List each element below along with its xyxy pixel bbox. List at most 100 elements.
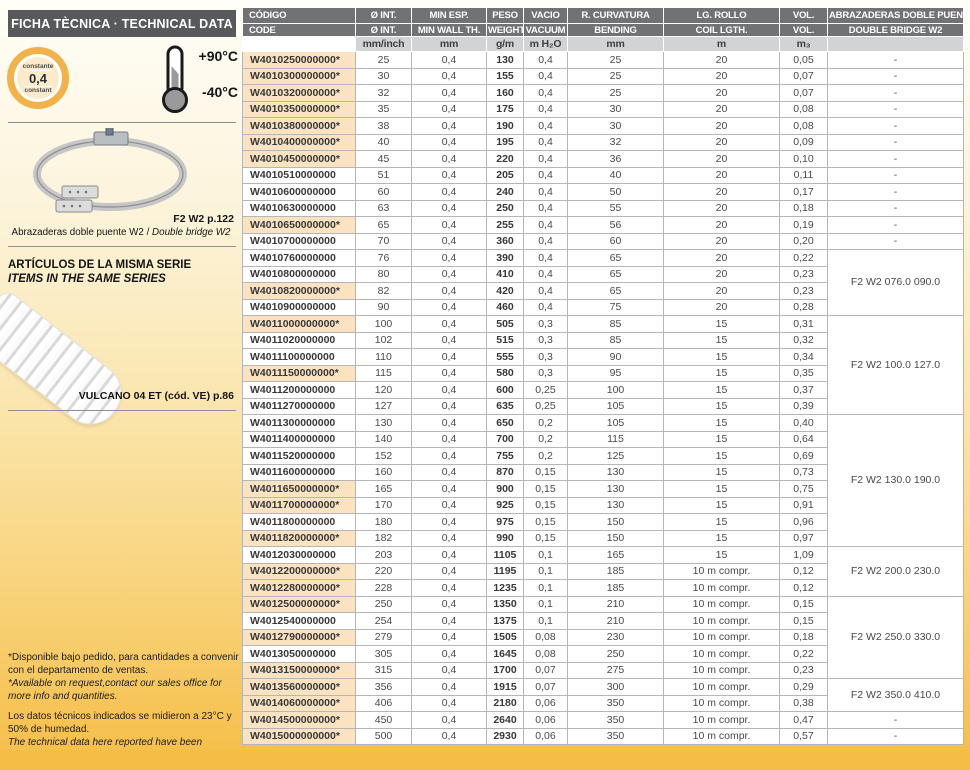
cell-weight: 190	[487, 118, 524, 135]
cell-diameter: 130	[356, 415, 412, 432]
cell-bending: 30	[568, 118, 664, 135]
cell-bending: 32	[568, 134, 664, 151]
cell-minwall: 0,4	[412, 563, 487, 580]
cell-vacuum: 0,4	[524, 233, 568, 250]
cell-vacuum: 0,08	[524, 629, 568, 646]
cell-bending: 25	[568, 68, 664, 85]
cell-diameter: 110	[356, 349, 412, 366]
cell-coil: 15	[664, 415, 780, 432]
cell-bending: 125	[568, 448, 664, 465]
cell-weight: 1375	[487, 613, 524, 630]
table-row: W4014500000000*4500,426400,0635010 m com…	[243, 712, 964, 729]
cell-bending: 75	[568, 299, 664, 316]
cell-code: W4011270000000	[243, 398, 356, 415]
cell-vacuum: 0,4	[524, 200, 568, 217]
cell-diameter: 120	[356, 382, 412, 399]
cell-clamp-ref: -	[828, 68, 964, 85]
cell-vacuum: 0,2	[524, 415, 568, 432]
cell-diameter: 38	[356, 118, 412, 135]
cell-coil: 20	[664, 101, 780, 118]
cell-vacuum: 0,15	[524, 464, 568, 481]
cell-clamp-ref: F2 W2 076.0 090.0	[828, 250, 964, 316]
cell-minwall: 0,4	[412, 118, 487, 135]
cell-diameter: 315	[356, 662, 412, 679]
cell-coil: 10 m compr.	[664, 646, 780, 663]
cell-vacuum: 0,1	[524, 596, 568, 613]
unit-blank	[243, 37, 356, 52]
cell-volume: 0,08	[780, 101, 828, 118]
divider	[8, 122, 236, 123]
cell-bending: 165	[568, 547, 664, 564]
cell-weight: 1350	[487, 596, 524, 613]
cell-diameter: 127	[356, 398, 412, 415]
col-header-double-bridge: DOUBLE BRIDGE W2	[828, 24, 964, 37]
cell-weight: 255	[487, 217, 524, 234]
cell-bending: 85	[568, 316, 664, 333]
cell-diameter: 76	[356, 250, 412, 267]
cell-weight: 2930	[487, 728, 524, 745]
cell-coil: 10 m compr.	[664, 679, 780, 696]
cell-volume: 0,18	[780, 629, 828, 646]
cell-minwall: 0,4	[412, 316, 487, 333]
cell-volume: 0,23	[780, 283, 828, 300]
cell-diameter: 228	[356, 580, 412, 597]
cell-volume: 0,11	[780, 167, 828, 184]
cell-bending: 105	[568, 415, 664, 432]
cell-vacuum: 0,06	[524, 728, 568, 745]
table-row: W4010600000000600,42400,450200,17-	[243, 184, 964, 201]
cell-diameter: 60	[356, 184, 412, 201]
cell-clamp-ref: -	[828, 134, 964, 151]
divider	[8, 246, 236, 247]
cell-diameter: 152	[356, 448, 412, 465]
table-row: W4015000000000*5000,429300,0635010 m com…	[243, 728, 964, 745]
cell-clamp-ref: -	[828, 200, 964, 217]
cell-code: W4011600000000	[243, 464, 356, 481]
cell-minwall: 0,4	[412, 299, 487, 316]
cell-volume: 0,07	[780, 85, 828, 102]
cell-code: W4013150000000*	[243, 662, 356, 679]
cell-code: W4010250000000*	[243, 52, 356, 69]
cell-minwall: 0,4	[412, 629, 487, 646]
cell-minwall: 0,4	[412, 217, 487, 234]
table-row: W4012500000000*2500,413500,121010 m comp…	[243, 596, 964, 613]
cell-bending: 50	[568, 184, 664, 201]
cell-volume: 0,34	[780, 349, 828, 366]
cell-coil: 15	[664, 398, 780, 415]
cell-bending: 230	[568, 629, 664, 646]
cell-bending: 130	[568, 481, 664, 498]
cell-diameter: 51	[356, 167, 412, 184]
cell-code: W4011000000000*	[243, 316, 356, 333]
cell-vacuum: 0,15	[524, 530, 568, 547]
cell-clamp-ref: F2 W2 130.0 190.0	[828, 415, 964, 547]
cell-volume: 1,09	[780, 547, 828, 564]
footnote-measurement-es: Los datos técnicos indicados se midieron…	[8, 711, 240, 736]
col-header-curvatura: R. CURVATURA	[568, 8, 664, 24]
cell-bending: 185	[568, 580, 664, 597]
cell-vacuum: 0,1	[524, 547, 568, 564]
cell-weight: 700	[487, 431, 524, 448]
cell-volume: 0,31	[780, 316, 828, 333]
table-row: W4010630000000630,42500,455200,18-	[243, 200, 964, 217]
table-row: W4010380000000*380,41900,430200,08-	[243, 118, 964, 135]
cell-coil: 20	[664, 118, 780, 135]
cell-vacuum: 0,07	[524, 679, 568, 696]
cell-minwall: 0,4	[412, 547, 487, 564]
col-header-vacuum: VACUUM	[524, 24, 568, 37]
cell-weight: 420	[487, 283, 524, 300]
cell-minwall: 0,4	[412, 431, 487, 448]
cell-code: W4011150000000*	[243, 365, 356, 382]
page-title: FICHA TÈCNICA · TECHNICAL DATA	[8, 10, 236, 37]
col-header-abrazaderas: ABRAZADERAS DOBLE PUENTE W2	[828, 8, 964, 24]
cell-bending: 350	[568, 728, 664, 745]
table-row: W4010320000000*320,41600,425200,07-	[243, 85, 964, 102]
cell-bending: 95	[568, 365, 664, 382]
cell-minwall: 0,4	[412, 151, 487, 168]
cell-coil: 15	[664, 332, 780, 349]
cell-coil: 20	[664, 299, 780, 316]
col-header-code: CODE	[243, 24, 356, 37]
series-heading-es: ARTÍCULOS DE LA MISMA SERIE	[8, 258, 191, 272]
cell-vacuum: 0,1	[524, 563, 568, 580]
table-row: W4010700000000700,43600,460200,20-	[243, 233, 964, 250]
technical-data-table: CÓDIGO Ø INT. MIN ESP. PESO VACIO R. CUR…	[242, 7, 964, 745]
cell-code: W4011520000000	[243, 448, 356, 465]
